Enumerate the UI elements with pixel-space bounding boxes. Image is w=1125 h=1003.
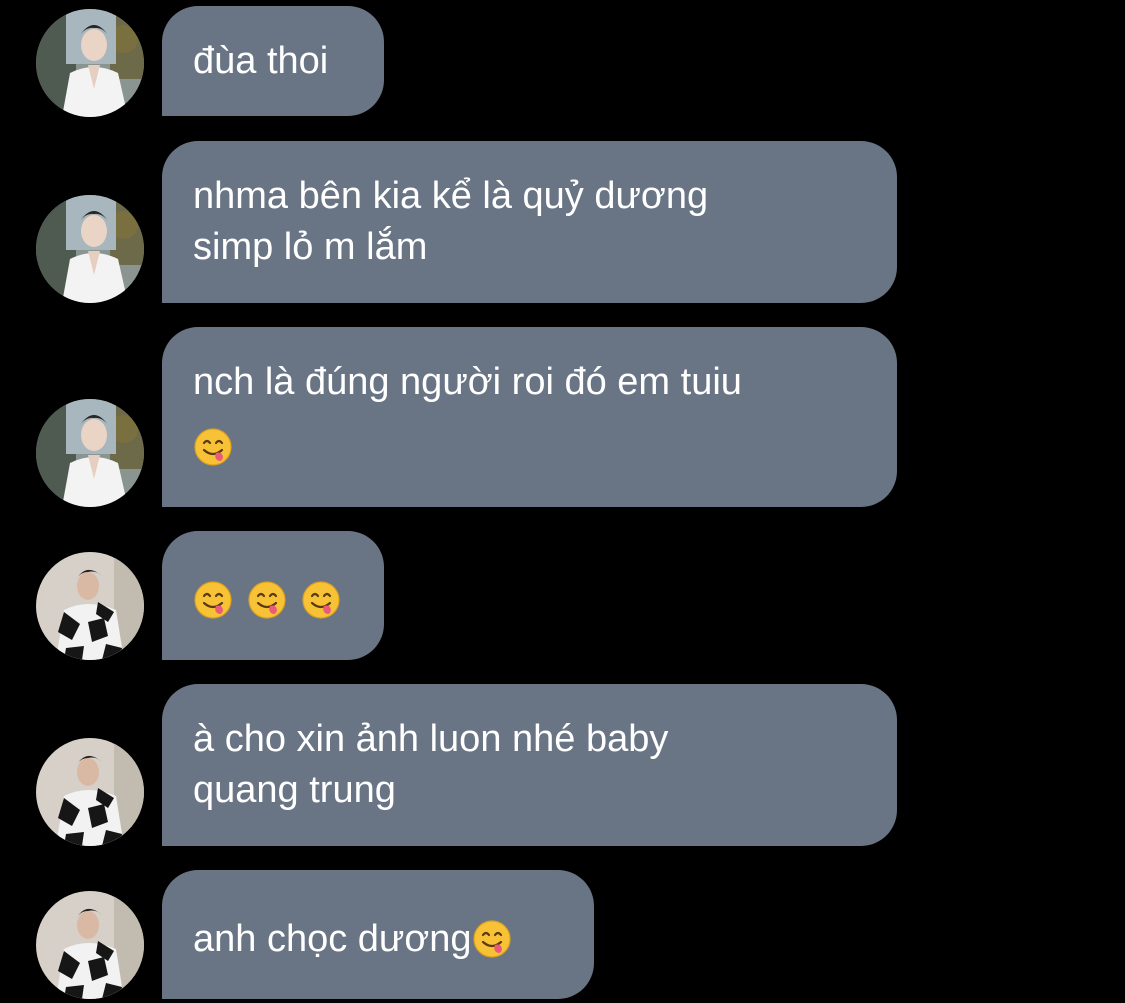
face-savoring-food-emoji (193, 580, 233, 620)
profile-photo-icon (36, 552, 144, 660)
face-savoring-food-emoji (247, 580, 287, 620)
avatar[interactable] (36, 195, 144, 303)
chat-thread: đùa thoi nhma bên kia kể là quỷ dương si… (0, 0, 1125, 1003)
face-savoring-food-emoji (301, 580, 341, 620)
avatar[interactable] (36, 9, 144, 117)
message-text: nhma bên kia kể là quỷ dương (193, 175, 709, 217)
message-text: simp lỏ m lắm (193, 226, 428, 268)
profile-photo-icon (36, 399, 144, 507)
emoji-line (193, 408, 867, 473)
emoji-line (193, 575, 354, 626)
message-bubble[interactable]: nch là đúng người roi đó em tuiu (162, 327, 897, 507)
profile-photo-icon (36, 738, 144, 846)
message-bubble[interactable]: anh chọc dương (162, 870, 594, 999)
profile-photo-icon (36, 891, 144, 999)
profile-photo-icon (36, 195, 144, 303)
message-bubble[interactable] (162, 531, 384, 660)
message-bubble[interactable]: đùa thoi (162, 6, 384, 116)
profile-photo-icon (36, 9, 144, 117)
message-text: đùa thoi (193, 40, 329, 82)
avatar[interactable] (36, 399, 144, 507)
message-text-with-emoji: anh chọc dương (193, 914, 564, 965)
message-bubble[interactable]: à cho xin ảnh luon nhé baby quang trung (162, 684, 897, 846)
avatar[interactable] (36, 552, 144, 660)
face-savoring-food-emoji (472, 919, 512, 959)
face-savoring-food-emoji (193, 427, 233, 467)
message-bubble[interactable]: nhma bên kia kể là quỷ dương simp lỏ m l… (162, 141, 897, 303)
message-text: anh chọc dương (193, 918, 472, 960)
avatar[interactable] (36, 738, 144, 846)
avatar[interactable] (36, 891, 144, 999)
message-text: nch là đúng người roi đó em tuiu (193, 361, 742, 403)
message-text: quang trung (193, 769, 396, 811)
message-text: à cho xin ảnh luon nhé baby (193, 718, 669, 760)
